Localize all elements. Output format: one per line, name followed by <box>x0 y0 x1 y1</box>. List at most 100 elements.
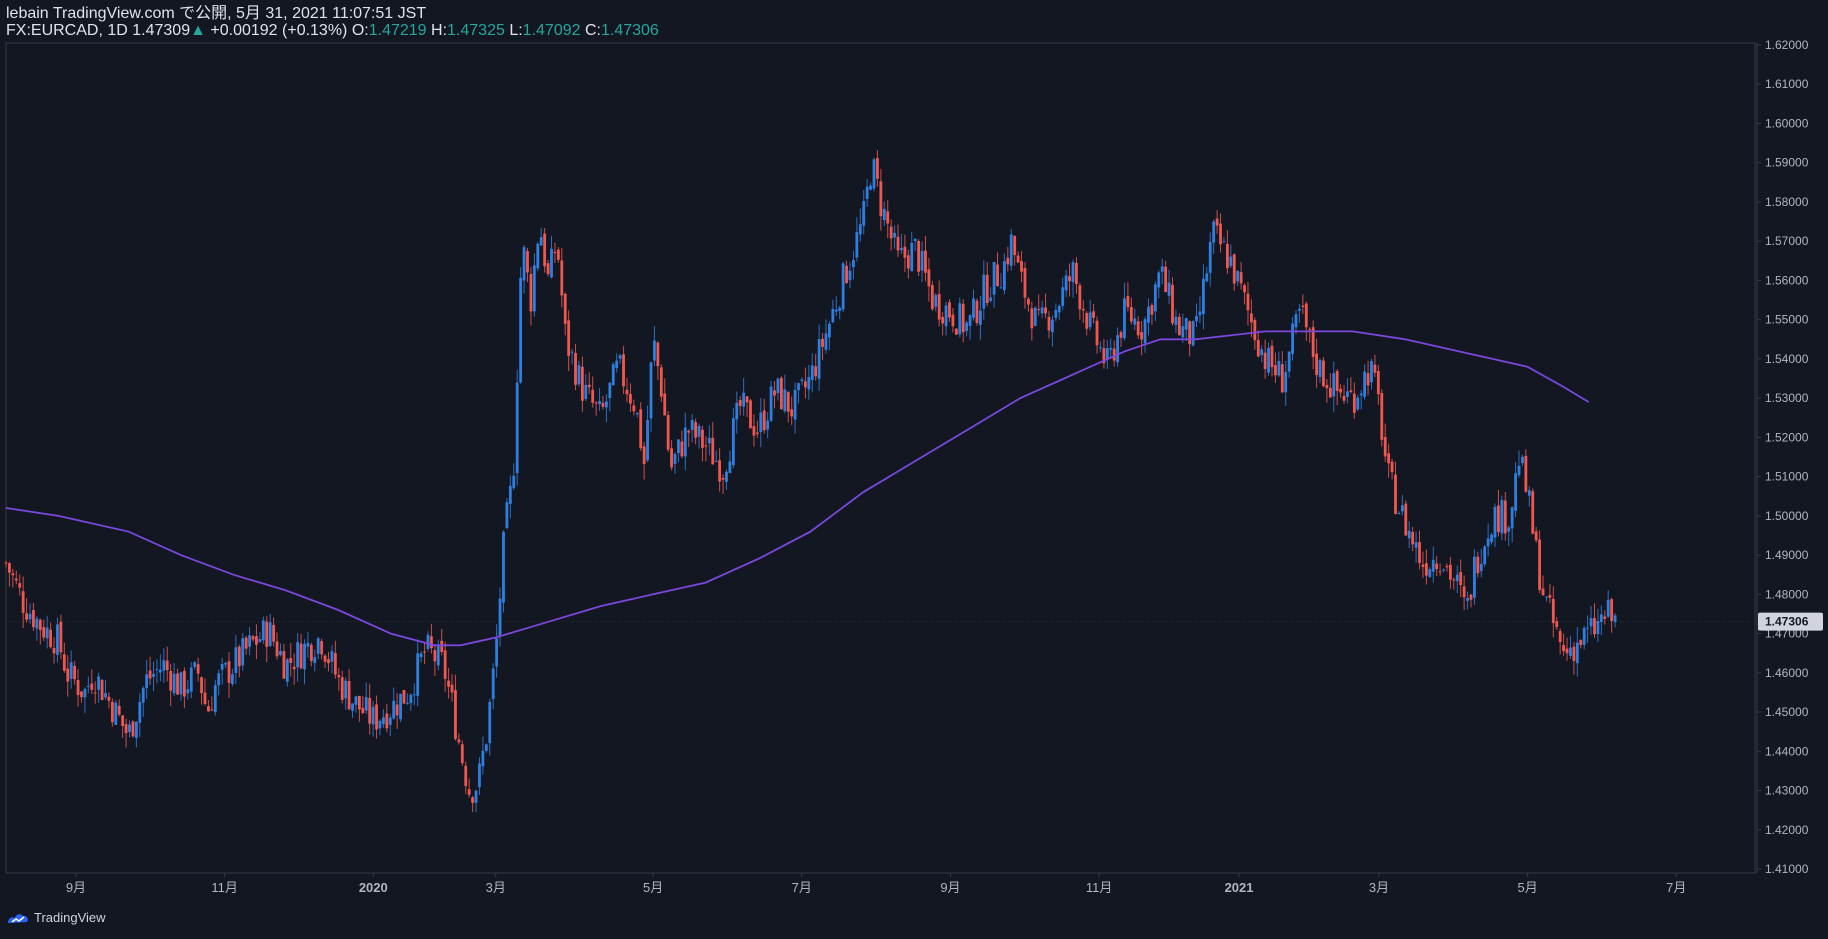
candle-body <box>635 412 639 415</box>
candle-body <box>728 461 732 473</box>
candle-body <box>1051 319 1054 333</box>
candle-body <box>1421 564 1425 567</box>
candle-body <box>920 251 924 271</box>
x-tick-label: 2021 <box>1225 880 1254 895</box>
candle-body <box>1033 307 1037 326</box>
candle-body <box>577 365 581 385</box>
candle-body <box>1143 319 1147 344</box>
candle-body <box>683 427 687 457</box>
candle-body <box>872 159 876 189</box>
y-tick-label: 1.41000 <box>1765 862 1809 876</box>
candle-body <box>1037 308 1041 310</box>
y-tick-label: 1.57000 <box>1765 234 1809 248</box>
candle-body <box>1380 392 1384 440</box>
candle-body <box>1445 565 1449 568</box>
candle-body <box>49 629 53 648</box>
candle-body <box>460 744 464 764</box>
candle-body <box>906 255 910 269</box>
candle-body <box>755 432 759 434</box>
candle-body <box>711 437 715 465</box>
candle-body <box>416 653 420 696</box>
candle-body <box>1325 385 1329 389</box>
candle-body <box>1027 298 1030 305</box>
candle-body <box>375 704 378 730</box>
candle-body <box>536 243 540 269</box>
candle-body <box>1545 596 1548 598</box>
candle-body <box>412 694 416 696</box>
candle-body <box>882 208 886 221</box>
candle-body <box>1212 221 1216 243</box>
candle-body <box>1579 640 1583 646</box>
candle-body <box>279 651 282 656</box>
candle-body <box>1531 491 1535 534</box>
candle-body <box>1534 531 1538 541</box>
candle-body <box>117 705 121 715</box>
candle-body <box>649 362 653 419</box>
price-chart[interactable]: 1.41000 1.42000 1.43000 1.44000 1.45000 1.460… <box>0 0 1828 939</box>
candle-body <box>1335 371 1339 391</box>
candle-body <box>1153 284 1157 312</box>
candle-body <box>841 263 845 310</box>
candle-body <box>364 697 368 711</box>
candle-body <box>587 384 591 388</box>
candle-body <box>275 641 279 657</box>
candle-body <box>1394 474 1397 514</box>
candle-body <box>1280 364 1284 393</box>
candle-body <box>1527 490 1531 496</box>
y-tick-label: 1.55000 <box>1765 313 1809 327</box>
candle-body <box>961 303 965 333</box>
candle-body <box>876 158 879 179</box>
candle-body <box>810 365 814 381</box>
y-tick-label: 1.60000 <box>1765 116 1809 130</box>
candle-body <box>927 269 931 287</box>
candle-body <box>1095 320 1099 346</box>
candle-body <box>1246 293 1250 311</box>
candle-body <box>148 670 152 679</box>
candle-body <box>930 285 934 310</box>
candle-body <box>773 390 776 396</box>
candle-body <box>474 790 478 803</box>
candle-body <box>594 402 598 404</box>
candle-body <box>718 460 722 482</box>
candle-body <box>814 366 818 377</box>
candle-body <box>1191 321 1195 346</box>
candle-body <box>25 613 28 620</box>
y-tick-label: 1.52000 <box>1765 430 1809 444</box>
candle-body <box>351 703 354 711</box>
candle-body <box>529 273 533 312</box>
candle-body <box>1599 614 1603 623</box>
candle-body <box>570 351 574 353</box>
candle-body <box>498 598 502 636</box>
candle-body <box>45 627 49 639</box>
candle-body <box>1342 395 1346 401</box>
candle-body <box>1572 646 1576 661</box>
candle-body <box>261 620 265 641</box>
candle-body <box>110 701 114 723</box>
candle-body <box>659 367 663 397</box>
candle-body <box>793 389 797 420</box>
tradingview-branding[interactable]: TradingView <box>6 910 106 925</box>
candle-body <box>515 382 519 474</box>
candle-body <box>1322 360 1325 387</box>
candle-body <box>464 765 468 787</box>
candle-body <box>913 238 917 242</box>
candle-body <box>488 701 492 744</box>
candle-body <box>1521 456 1524 464</box>
y-tick-label: 1.46000 <box>1765 666 1809 680</box>
candle-body <box>1075 263 1078 285</box>
candle-body <box>1064 275 1068 291</box>
candle-body <box>666 415 670 450</box>
candle-body <box>1184 318 1188 330</box>
candle-body <box>340 677 344 700</box>
candle-body <box>426 634 430 649</box>
candle-body <box>845 265 848 284</box>
candle-body <box>237 646 241 667</box>
candle-body <box>32 610 35 628</box>
candle-body <box>1287 351 1291 372</box>
candle-body <box>447 680 450 687</box>
candle-body <box>670 448 673 468</box>
y-tick-label: 1.45000 <box>1765 705 1809 719</box>
candle-body <box>1603 616 1607 619</box>
x-tick-label: 9月 <box>66 880 86 895</box>
candle-body <box>1452 579 1456 581</box>
